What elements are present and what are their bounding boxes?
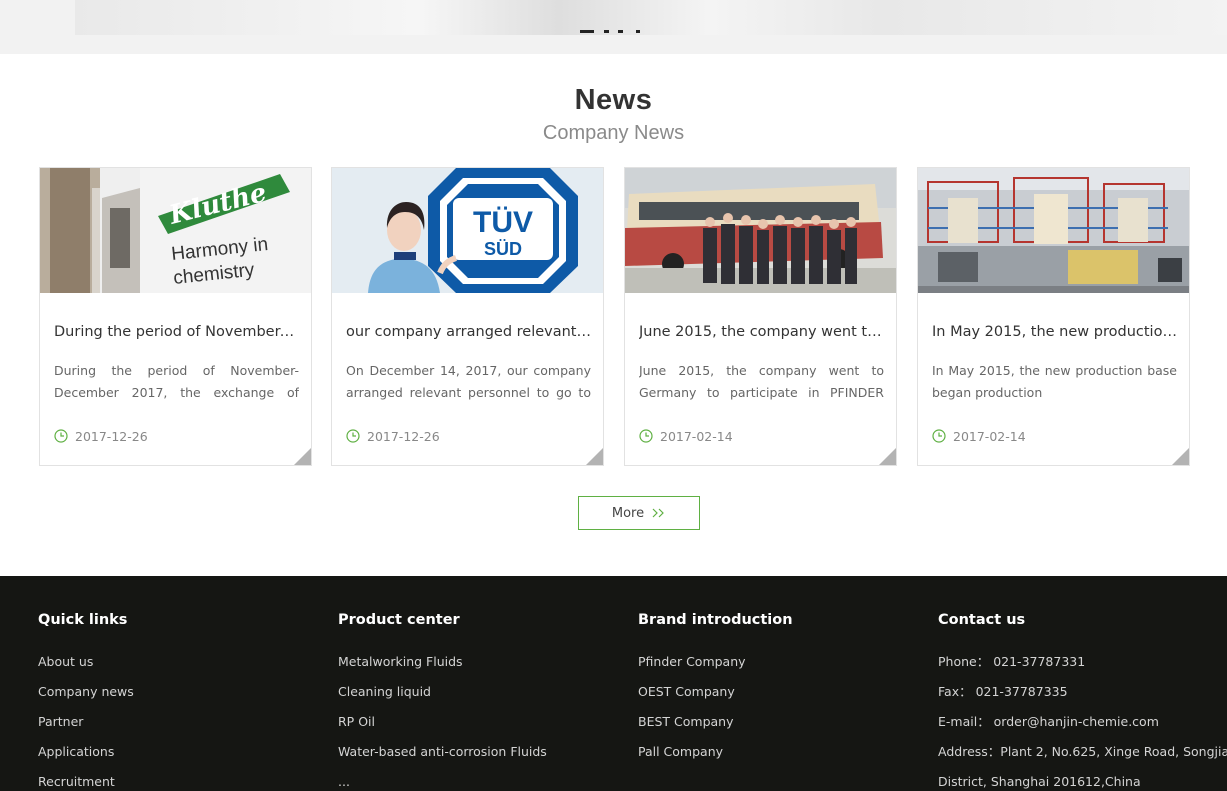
card-corner-fold (586, 448, 603, 465)
banner-image (75, 0, 1227, 35)
news-card-title[interactable]: June 2015, the company went to Germany t… (639, 324, 884, 340)
news-card-title[interactable]: our company arranged relevant personnel … (346, 324, 591, 340)
footer-link-oest[interactable]: OEST Company (638, 682, 746, 712)
footer: Quick links About us Company news Partne… (0, 576, 1227, 791)
contact-address-line-1: Address：Plant 2, No.625, Xinge Road, Son… (938, 744, 1227, 759)
footer-heading: Contact us (938, 612, 1026, 628)
contact-address-line-2: District, Shanghai 201612,China (938, 774, 1141, 789)
news-card[interactable]: Kluthe Harmony in chemistry During the p… (39, 167, 312, 466)
card-corner-fold (879, 448, 896, 465)
news-card-description: June 2015, the company went to Germany t… (639, 363, 884, 400)
footer-link-applications[interactable]: Applications (38, 742, 134, 772)
sud-logo-text: SÜD (484, 239, 522, 259)
contact-phone: Phone： 021-37787331 (938, 654, 1086, 669)
tuv-sud-photo[interactable]: TÜV SÜD (332, 168, 603, 293)
contact-email[interactable]: E-mail： order@hanjin-chemie.com (938, 712, 1227, 742)
news-card-description: On December 14, 2017, our company arrang… (346, 363, 591, 400)
footer-link-partner[interactable]: Partner (38, 712, 134, 742)
card-corner-fold (1172, 448, 1189, 465)
kluthe-sign-photo[interactable]: Kluthe Harmony in chemistry (40, 168, 311, 293)
news-card-date-row: 2017-12-26 (54, 428, 148, 444)
news-card[interactable]: TÜV SÜD our company arranged relevant pe… (331, 167, 604, 466)
tuv-logo-text: TÜV (473, 206, 533, 239)
footer-link-company-news[interactable]: Company news (38, 682, 134, 712)
news-card-date: 2017-02-14 (953, 428, 1026, 444)
more-button-label: More (611, 505, 645, 521)
production-line-photo[interactable] (918, 168, 1189, 293)
footer-link-cleaning-liquid[interactable]: Cleaning liquid (338, 682, 547, 712)
footer-link-metalworking-fluids[interactable]: Metalworking Fluids (338, 652, 547, 682)
section-title: News (574, 84, 653, 116)
clock-icon (639, 429, 653, 443)
footer-link-pfinder[interactable]: Pfinder Company (638, 652, 746, 682)
double-chevron-right-icon (652, 508, 664, 518)
clock-icon (932, 429, 946, 443)
more-news-button[interactable]: More (578, 496, 700, 530)
banner-text-fragment (580, 30, 642, 34)
card-corner-fold (294, 448, 311, 465)
section-subtitle: Company News (542, 122, 685, 144)
group-bus-photo[interactable] (625, 168, 896, 293)
news-card-date-row: 2017-02-14 (639, 428, 733, 444)
footer-link-best[interactable]: BEST Company (638, 712, 746, 742)
footer-link-more-products[interactable]: ... (338, 772, 547, 791)
footer-link-pall[interactable]: Pall Company (638, 742, 746, 772)
news-card[interactable]: June 2015, the company went to Germany t… (624, 167, 897, 466)
footer-link-list: About us Company news Partner Applicatio… (38, 652, 134, 791)
news-card-date: 2017-12-26 (75, 428, 148, 444)
contact-fax: Fax： 021-37787335 (938, 684, 1068, 699)
footer-heading: Brand introduction (638, 612, 793, 628)
news-card-date-row: 2017-02-14 (932, 428, 1026, 444)
footer-link-rp-oil[interactable]: RP Oil (338, 712, 547, 742)
contact-list: Phone： 021-37787331 Fax： 021-37787335 E-… (938, 652, 1227, 791)
clock-icon (54, 429, 68, 443)
news-card-title[interactable]: In May 2015, the new production base beg… (932, 324, 1177, 340)
footer-link-list: Metalworking Fluids Cleaning liquid RP O… (338, 652, 547, 791)
news-card[interactable]: In May 2015, the new production base beg… (917, 167, 1190, 466)
clock-icon (346, 429, 360, 443)
news-card-description: During the period of November-December 2… (54, 363, 299, 400)
news-card-date-row: 2017-12-26 (346, 428, 440, 444)
news-card-description: In May 2015, the new production base beg… (932, 363, 1177, 400)
top-banner (0, 0, 1227, 54)
footer-heading: Product center (338, 612, 460, 628)
footer-heading: Quick links (38, 612, 128, 628)
news-card-date: 2017-02-14 (660, 428, 733, 444)
footer-link-recruitment[interactable]: Recruitment (38, 772, 134, 791)
news-card-title[interactable]: During the period of November-December 2… (54, 324, 299, 340)
footer-link-water-based-fluids[interactable]: Water-based anti-corrosion Fluids (338, 742, 547, 772)
footer-link-about-us[interactable]: About us (38, 652, 134, 682)
news-card-date: 2017-12-26 (367, 428, 440, 444)
footer-link-list: Pfinder Company OEST Company BEST Compan… (638, 652, 746, 772)
